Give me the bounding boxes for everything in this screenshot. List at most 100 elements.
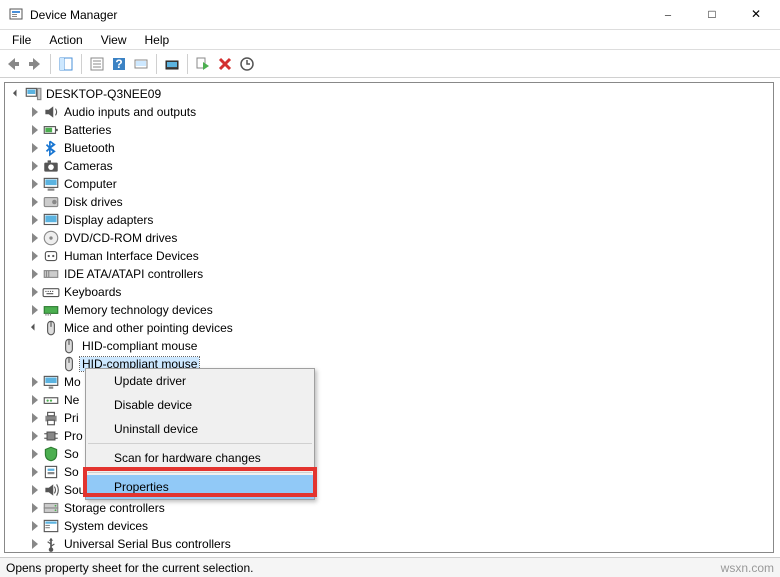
category-usb[interactable]: Universal Serial Bus controllers	[5, 535, 773, 553]
expand-icon[interactable]	[27, 415, 42, 421]
update-driver-button[interactable]	[161, 53, 183, 75]
expand-icon[interactable]	[27, 145, 42, 151]
expand-icon[interactable]	[27, 253, 42, 259]
expand-icon[interactable]	[27, 199, 42, 205]
category-computer[interactable]: Computer	[5, 175, 773, 193]
forward-button[interactable]	[24, 53, 46, 75]
minimize-button[interactable]: –	[646, 1, 690, 29]
expand-icon[interactable]	[27, 397, 42, 403]
tree-label: Cameras	[62, 159, 115, 173]
category-memory[interactable]: Memory technology devices	[5, 301, 773, 319]
category-mice[interactable]: Mice and other pointing devices	[5, 319, 773, 337]
category-keyboard[interactable]: Keyboards	[5, 283, 773, 301]
category-dvd[interactable]: DVD/CD-ROM drives	[5, 229, 773, 247]
collapse-icon[interactable]	[27, 326, 42, 331]
device-mouse-0[interactable]: HID-compliant mouse	[5, 337, 773, 355]
tree-label: Pri	[62, 411, 81, 425]
storage-icon	[42, 500, 60, 516]
expand-icon[interactable]	[27, 271, 42, 277]
computer-icon	[42, 176, 60, 192]
processor-icon	[42, 428, 60, 444]
properties-button[interactable]	[86, 53, 108, 75]
category-battery[interactable]: Batteries	[5, 121, 773, 139]
expand-icon[interactable]	[27, 181, 42, 187]
expand-icon[interactable]	[27, 451, 42, 457]
tree-label: So	[62, 465, 81, 479]
camera-icon	[42, 158, 60, 174]
separator	[88, 443, 312, 444]
category-camera[interactable]: Cameras	[5, 157, 773, 175]
ctx-update-driver[interactable]: Update driver	[86, 369, 314, 393]
toolbar: ?	[0, 50, 780, 78]
battery-icon	[42, 122, 60, 138]
tree-label: System devices	[62, 519, 150, 533]
category-disk[interactable]: Disk drives	[5, 193, 773, 211]
expand-icon[interactable]	[27, 523, 42, 529]
software-icon	[42, 464, 60, 480]
monitor-icon	[42, 374, 60, 390]
tree-label: Ne	[62, 393, 81, 407]
menu-view[interactable]: View	[93, 31, 135, 49]
status-text: Opens property sheet for the current sel…	[6, 561, 253, 575]
expand-icon[interactable]	[27, 307, 42, 313]
category-storage[interactable]: Storage controllers	[5, 499, 773, 517]
expand-icon[interactable]	[27, 379, 42, 385]
mouse-icon	[60, 356, 78, 372]
separator	[156, 54, 157, 74]
hid-icon	[42, 248, 60, 264]
scan-button[interactable]	[130, 53, 152, 75]
expand-icon[interactable]	[27, 127, 42, 133]
expand-icon[interactable]	[27, 541, 42, 547]
ctx-uninstall-device[interactable]: Uninstall device	[86, 417, 314, 441]
scan-hardware-button[interactable]	[236, 53, 258, 75]
help-button[interactable]: ?	[108, 53, 130, 75]
category-system[interactable]: System devices	[5, 517, 773, 535]
mouse-icon	[42, 320, 60, 336]
category-audio[interactable]: Audio inputs and outputs	[5, 103, 773, 121]
highlight-box	[83, 467, 317, 497]
show-hide-button[interactable]	[55, 53, 77, 75]
category-hid[interactable]: Human Interface Devices	[5, 247, 773, 265]
window-title: Device Manager	[30, 8, 646, 22]
sound-icon	[42, 482, 60, 498]
expand-icon[interactable]	[27, 487, 42, 493]
menu-file[interactable]: File	[4, 31, 39, 49]
expand-icon[interactable]	[27, 469, 42, 475]
collapse-icon[interactable]	[9, 92, 24, 97]
tree-label: Keyboards	[62, 285, 123, 299]
expand-icon[interactable]	[27, 433, 42, 439]
expand-icon[interactable]	[27, 109, 42, 115]
pc-icon	[24, 86, 42, 102]
keyboard-icon	[42, 284, 60, 300]
expand-icon[interactable]	[27, 163, 42, 169]
tree-label: HID-compliant mouse	[80, 339, 199, 353]
root-node[interactable]: DESKTOP-Q3NEE09	[5, 85, 773, 103]
expand-icon[interactable]	[27, 505, 42, 511]
tree-label: Mo	[62, 375, 83, 389]
close-button[interactable]: ✕	[734, 1, 778, 29]
expand-icon[interactable]	[27, 289, 42, 295]
tree-label: Memory technology devices	[62, 303, 215, 317]
back-button[interactable]	[2, 53, 24, 75]
category-bluetooth[interactable]: Bluetooth	[5, 139, 773, 157]
expand-icon[interactable]	[27, 235, 42, 241]
menu-help[interactable]: Help	[137, 31, 178, 49]
svg-text:?: ?	[115, 57, 122, 71]
expand-icon[interactable]	[27, 217, 42, 223]
uninstall-button[interactable]	[214, 53, 236, 75]
enable-button[interactable]	[192, 53, 214, 75]
menu-action[interactable]: Action	[41, 31, 90, 49]
tree-label: Bluetooth	[62, 141, 117, 155]
separator	[187, 54, 188, 74]
maximize-button[interactable]: □	[690, 1, 734, 29]
tree-label: DVD/CD-ROM drives	[62, 231, 179, 245]
dvd-icon	[42, 230, 60, 246]
category-display[interactable]: Display adapters	[5, 211, 773, 229]
tree-label: Storage controllers	[62, 501, 167, 515]
memory-icon	[42, 302, 60, 318]
category-ide[interactable]: IDE ATA/ATAPI controllers	[5, 265, 773, 283]
separator	[81, 54, 82, 74]
tree-label: Batteries	[62, 123, 113, 137]
usb-icon	[42, 536, 60, 552]
ctx-disable-device[interactable]: Disable device	[86, 393, 314, 417]
